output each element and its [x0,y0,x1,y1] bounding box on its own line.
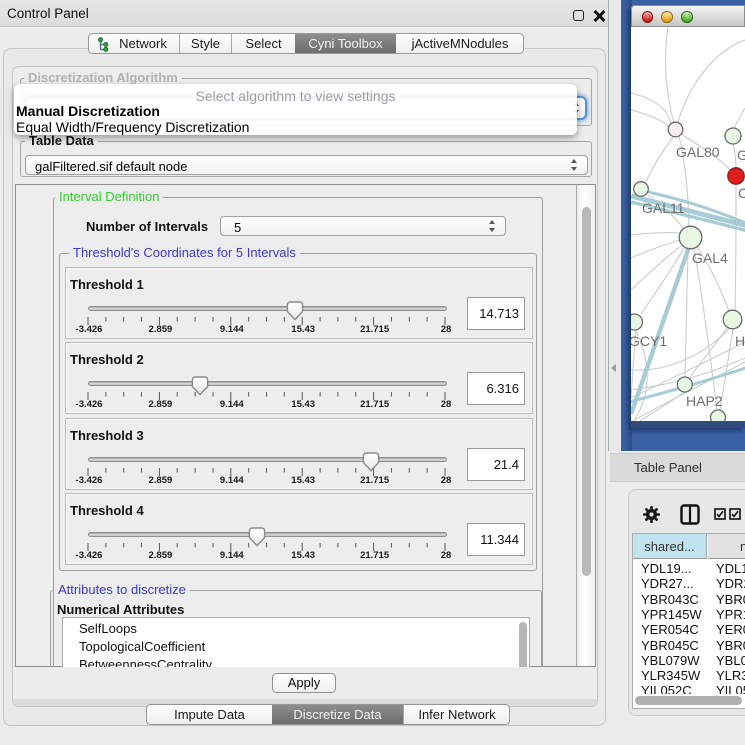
svg-text:GAL11: GAL11 [642,200,685,216]
svg-text:GAL80: GAL80 [676,144,720,160]
svg-text:GAL4: GAL4 [692,250,728,266]
svg-text:GCY1: GCY1 [631,333,667,349]
svg-text:C: C [738,185,745,201]
svg-text:H: H [735,333,745,349]
svg-text:G.: G. [737,147,745,163]
svg-text:HAP2: HAP2 [686,393,723,409]
